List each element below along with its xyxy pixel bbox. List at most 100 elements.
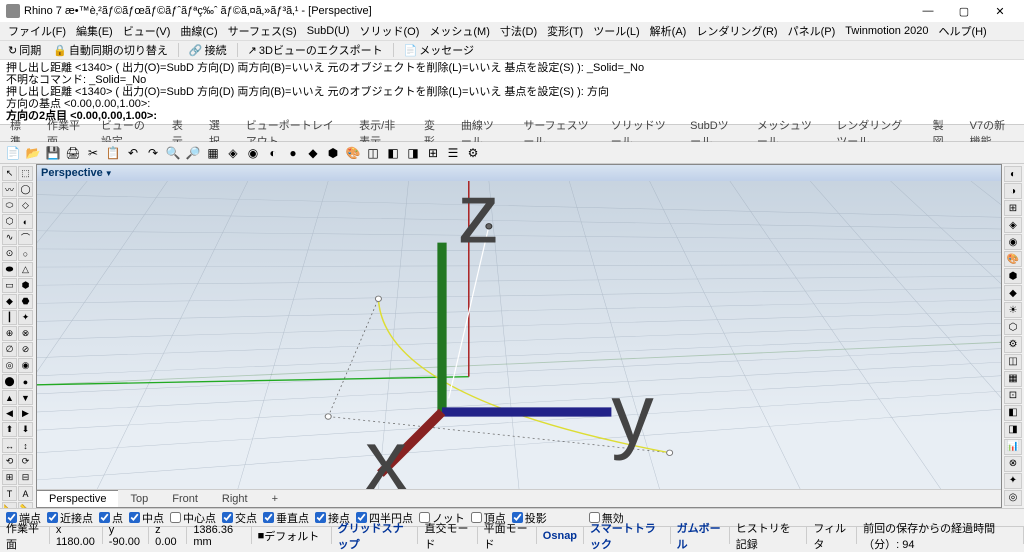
menu-item[interactable]: パネル(P) [784,22,840,40]
toolbar-icon[interactable]: ⊞ [424,144,442,162]
toolbar-icon[interactable]: 📂 [24,144,42,162]
panel-button[interactable]: ▦ [1004,371,1022,387]
toolbar-icon[interactable]: ⚙ [464,144,482,162]
menu-item[interactable]: SubD(U) [303,24,354,38]
minimize-button[interactable]: — [910,0,946,22]
viewport-tab[interactable]: Top [118,491,160,507]
status-x[interactable]: x 1180.00 [50,527,103,544]
panel-button[interactable]: ⊡ [1004,388,1022,404]
toolbar-icon[interactable]: ● [284,144,302,162]
toolbar-icon[interactable]: ⬢ [324,144,342,162]
autosync-button[interactable]: 🔒 自動同期の切り替え [49,41,172,59]
panel-button[interactable]: ◐ [1004,166,1022,182]
perspective-viewport[interactable]: z y x [37,181,1001,489]
status-osnap[interactable]: Osnap [537,527,584,544]
toolbar-icon[interactable]: 🎨 [344,144,362,162]
menu-item[interactable]: 曲線(C) [176,22,221,40]
status-smarttrack[interactable]: スマートトラック [584,527,671,544]
osnap-checkbox[interactable] [99,512,110,523]
tool-button[interactable]: ◎ [2,358,17,373]
message-button[interactable]: 📄 メッセージ [400,41,478,59]
panel-button[interactable]: ☀ [1004,302,1022,318]
toolbar-icon[interactable]: ☰ [444,144,462,162]
close-button[interactable]: ✕ [982,0,1018,22]
panel-button[interactable]: ◆ [1004,285,1022,301]
toolbar-icon[interactable]: 🔍 [164,144,182,162]
panel-button[interactable]: 📊 [1004,439,1022,455]
osnap-checkbox[interactable] [170,512,181,523]
toolbar-icon[interactable]: 🔎 [184,144,202,162]
tool-button[interactable]: ⌒ [18,230,33,245]
toolbar-icon[interactable]: ↶ [124,144,142,162]
tool-button[interactable]: ⬢ [18,278,33,293]
tool-button[interactable]: ⬣ [18,294,33,309]
tool-button[interactable]: ↔ [2,438,17,453]
menu-item[interactable]: Twinmotion 2020 [841,24,932,38]
status-gridsnap[interactable]: グリッドスナップ [332,527,419,544]
panel-button[interactable]: ⬡ [1004,319,1022,335]
toolbar-icon[interactable]: 📋 [104,144,122,162]
status-gumball[interactable]: ガムボール [671,527,730,544]
tool-button[interactable]: ▲ [2,390,17,405]
tool-button[interactable]: 〰 [2,182,17,197]
tool-button[interactable]: ⬬ [2,262,17,277]
menu-item[interactable]: 解析(A) [646,22,691,40]
menu-item[interactable]: メッシュ(M) [425,22,494,40]
tool-button[interactable]: ⟳ [18,454,33,469]
panel-button[interactable]: ◫ [1004,354,1022,370]
panel-button[interactable]: ⬢ [1004,268,1022,284]
tool-button[interactable]: ⬭ [2,198,17,213]
viewport-tab[interactable]: Front [160,491,210,507]
tool-button[interactable]: ⊗ [18,326,33,341]
toolbar-icon[interactable]: 📄 [4,144,22,162]
toolbar-icon[interactable]: 💾 [44,144,62,162]
menu-item[interactable]: 寸法(D) [496,22,541,40]
menu-item[interactable]: レンダリング(R) [692,22,781,40]
tool-button[interactable]: ⊕ [2,326,17,341]
tool-button[interactable]: ◯ [18,182,33,197]
panel-button[interactable]: ◑ [1004,183,1022,199]
tool-button[interactable]: ⟲ [2,454,17,469]
tool-button[interactable]: ⊟ [18,470,33,485]
osnap-checkbox[interactable] [222,512,233,523]
tool-button[interactable]: ◉ [18,358,33,373]
tool-button[interactable]: ⊞ [2,470,17,485]
connect-button[interactable]: 🔗 接続 [185,41,231,59]
tool-button[interactable]: ⊙ [2,246,17,261]
panel-button[interactable]: 🎨 [1004,251,1022,267]
toolbar-icon[interactable]: ◧ [384,144,402,162]
menu-item[interactable]: ビュー(V) [119,22,175,40]
osnap-option[interactable]: 垂直点 [263,510,309,526]
viewport-tab[interactable]: Perspective [37,490,118,507]
tool-button[interactable]: ⬡ [2,214,17,229]
status-record[interactable]: ヒストリを記録 [730,527,808,544]
tool-button[interactable]: ▼ [18,390,33,405]
tool-button[interactable]: ◐ [18,214,33,229]
panel-button[interactable]: ⊞ [1004,200,1022,216]
panel-button[interactable]: ⊗ [1004,456,1022,472]
osnap-checkbox[interactable] [47,512,58,523]
panel-button[interactable]: ◈ [1004,217,1022,233]
toolbar-icon[interactable]: ◈ [224,144,242,162]
toolbar-icon[interactable]: ◫ [364,144,382,162]
maximize-button[interactable]: ▢ [946,0,982,22]
panel-button[interactable]: ◨ [1004,422,1022,438]
toolbar-icon[interactable]: ◉ [244,144,262,162]
menu-item[interactable]: サーフェス(S) [224,22,301,40]
tool-button[interactable]: ◆ [2,294,17,309]
toolbar-icon[interactable]: ◆ [304,144,322,162]
tool-button[interactable]: ◀ [2,406,17,421]
status-layer[interactable]: ■ デフォルト [252,527,332,544]
tool-button[interactable]: ↕ [18,438,33,453]
panel-button[interactable]: ✦ [1004,473,1022,489]
osnap-checkbox[interactable] [263,512,274,523]
menu-item[interactable]: ファイル(F) [4,22,70,40]
tool-button[interactable]: ⬚ [18,166,33,181]
tool-button[interactable]: ∿ [2,230,17,245]
toolbar-icon[interactable]: ↷ [144,144,162,162]
tool-button[interactable]: ⬇ [18,422,33,437]
toolbar-icon[interactable]: ▦ [204,144,222,162]
panel-button[interactable]: ◉ [1004,234,1022,250]
menu-item[interactable]: 変形(T) [543,22,587,40]
menu-item[interactable]: ソリッド(O) [355,22,423,40]
